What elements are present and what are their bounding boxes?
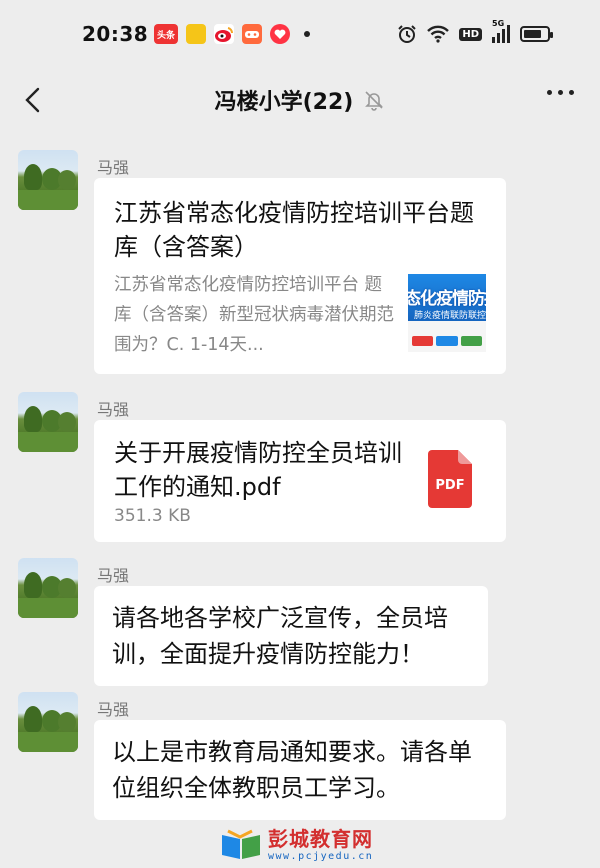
system-icons: HD 5G — [397, 19, 553, 44]
avatar[interactable] — [18, 392, 78, 452]
battery-icon — [520, 26, 553, 42]
more-dot-icon — [569, 90, 574, 95]
thumbnail-text: 态化疫情防控 — [408, 289, 486, 309]
book-logo-icon — [222, 829, 260, 859]
heart-app-icon — [270, 24, 290, 44]
muted-bell-icon — [365, 91, 384, 111]
alarm-icon — [398, 25, 417, 43]
file-card[interactable]: 关于开展疫情防控全员培训工作的通知.pdf 351.3 KB PDF — [94, 420, 506, 542]
link-description: 江苏省常态化疫情防控培训平台 题库（含答案）新型冠状病毒潜伏期范围为？C. 1-… — [114, 275, 394, 355]
more-dot-icon — [547, 90, 552, 95]
signal-icon: 5G — [492, 19, 510, 43]
weibo-icon — [214, 24, 234, 44]
game-icon — [242, 24, 262, 44]
pdf-file-icon: PDF — [428, 450, 472, 508]
back-button[interactable] — [18, 84, 50, 116]
text-message[interactable]: 请各地各学校广泛宣传，全员培训，全面提升疫情防控能力！ — [94, 586, 488, 686]
network-label: 5G — [492, 19, 505, 28]
avatar[interactable] — [18, 692, 78, 752]
avatar[interactable] — [18, 150, 78, 210]
status-bar: 20:38 头条 HD 5G — [0, 0, 600, 68]
link-card[interactable]: 江苏省常态化疫情防控培训平台题库（含答案） 江苏省常态化疫情防控培训平台 题库（… — [94, 178, 506, 374]
chevron-left-icon — [25, 87, 40, 113]
notification-icons: 头条 — [154, 24, 310, 44]
thumbnail-subtext: 肺炎疫情联防联控指 — [414, 311, 486, 321]
more-dot-icon — [558, 90, 563, 95]
link-title: 江苏省常态化疫情防控培训平台题库（含答案） — [114, 199, 474, 261]
text-message[interactable]: 以上是市教育局通知要求。请各单位组织全体教职员工学习。 — [94, 720, 506, 820]
watermark: 彭城教育网 www.pcjyedu.cn — [220, 828, 373, 862]
sender-name: 马强 — [97, 158, 130, 177]
file-size: 351.3 KB — [114, 506, 191, 526]
more-notifications-dot — [304, 31, 310, 37]
sender-name: 马强 — [97, 566, 130, 585]
pdf-label: PDF — [435, 478, 465, 493]
sender-name: 马强 — [97, 400, 130, 419]
clock: 20:38 — [82, 22, 149, 46]
chat-title: 冯楼小学(22) — [214, 90, 354, 115]
sender-name: 马强 — [97, 700, 130, 719]
watermark-name: 彭城教育网 — [268, 827, 373, 851]
link-thumbnail: 态化疫情防控 肺炎疫情联防联控指 — [408, 274, 486, 352]
more-options-button[interactable] — [547, 90, 574, 95]
toutiao-icon: 头条 — [154, 24, 178, 44]
yellow-app-icon — [186, 24, 206, 44]
avatar[interactable] — [18, 558, 78, 618]
file-name: 关于开展疫情防控全员培训工作的通知.pdf — [114, 439, 402, 501]
wifi-icon — [427, 25, 450, 43]
watermark-url: www.pcjyedu.cn — [268, 851, 374, 862]
hd-badge: HD — [459, 27, 482, 41]
chat-header: 冯楼小学(22) — [0, 68, 600, 132]
